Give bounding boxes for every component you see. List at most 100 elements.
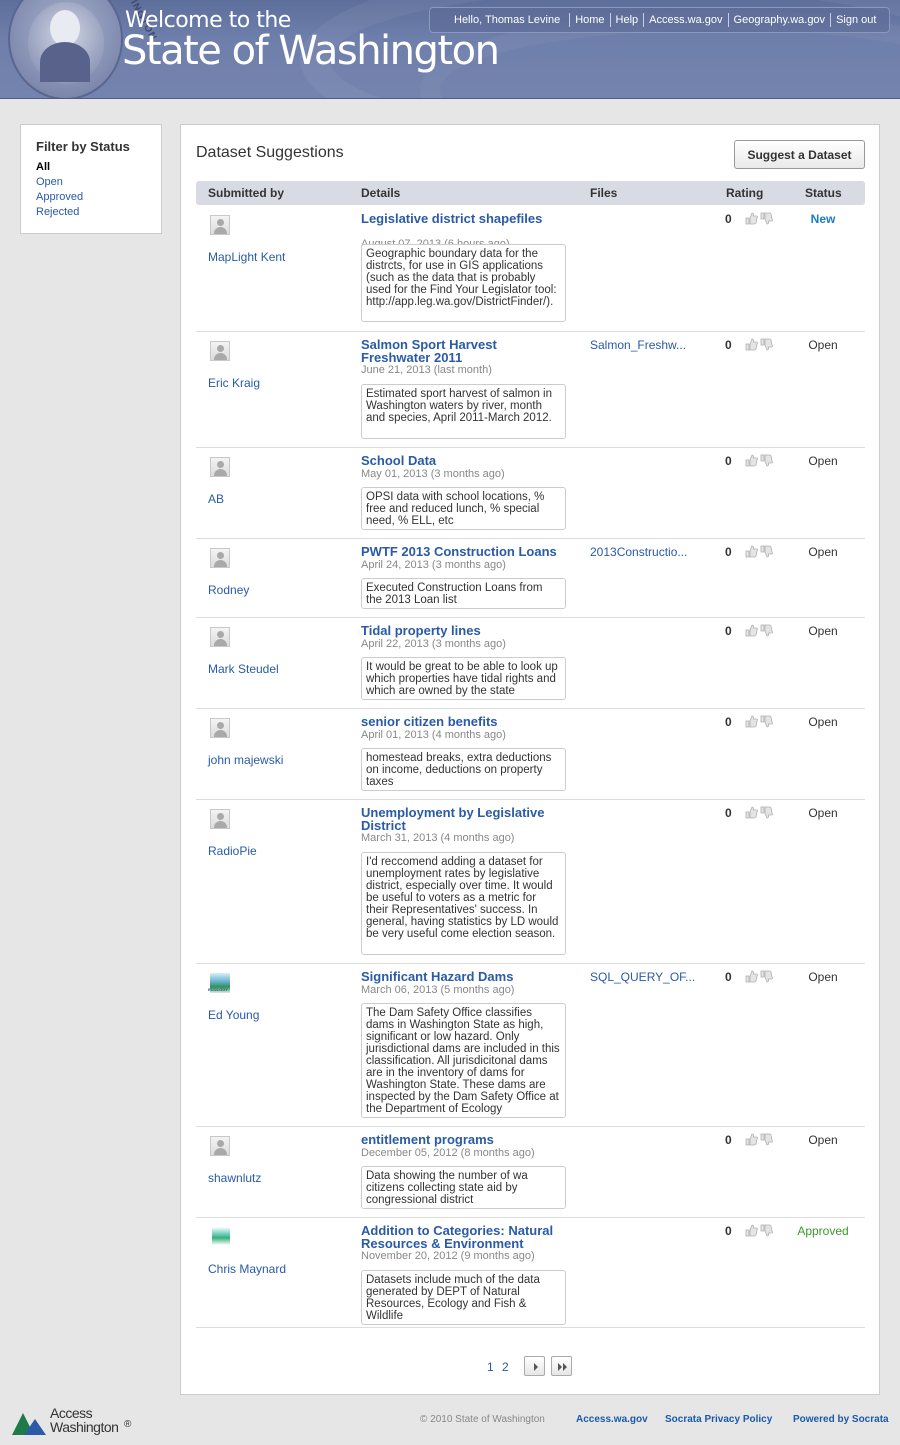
submitter-link[interactable]: MapLight Kent [208, 250, 285, 264]
thumbs-down-icon[interactable] [760, 715, 773, 728]
user-avatar[interactable] [210, 457, 230, 477]
table-row: Chris Maynard Addition to Categories: Nat… [196, 1218, 865, 1328]
submitter-link[interactable]: RadioPie [208, 844, 257, 858]
rating-count: 0 [725, 1133, 732, 1147]
top-navigation: Hello, Thomas Levine Home Help Access.wa… [429, 7, 890, 33]
logo-registered-mark: ® [124, 1419, 132, 1430]
nav-signout-link[interactable]: Sign out [836, 14, 876, 26]
submitter-link[interactable]: Ed Young [208, 1008, 259, 1022]
suggestion-date: April 01, 2013 (4 months ago) [361, 729, 506, 741]
column-header-submitted-by[interactable]: Submitted by [208, 186, 284, 200]
last-page-button[interactable] [551, 1356, 572, 1376]
user-avatar[interactable] [210, 341, 230, 361]
column-header-details[interactable]: Details [361, 186, 400, 200]
table-header: Submitted by Details Files Rating Status [196, 181, 865, 205]
submitter-link[interactable]: Rodney [208, 583, 249, 597]
suggestion-description: Datasets include much of the data genera… [361, 1270, 566, 1325]
state-seal-logo[interactable]: WASHINGTON [8, 0, 159, 98]
submitter-link[interactable]: Chris Maynard [208, 1262, 286, 1276]
page-2-link[interactable]: 2 [502, 1360, 509, 1374]
footer-powered-link[interactable]: Powered by Socrata [793, 1414, 889, 1425]
nav-geography-link[interactable]: Geography.wa.gov [734, 14, 826, 26]
user-avatar[interactable] [210, 718, 230, 738]
status-badge: New [810, 212, 836, 226]
user-avatar[interactable] [210, 1136, 230, 1156]
status-badge: Approved [797, 1224, 849, 1238]
thumbs-up-icon[interactable] [745, 624, 758, 637]
nav-help-link[interactable]: Help [616, 14, 639, 26]
attached-file-link[interactable]: 2013Constructio... [590, 545, 698, 559]
filter-option-open[interactable]: Open [36, 175, 146, 190]
suggestion-title-link[interactable]: Unemployment by Legislative District [361, 806, 561, 832]
attached-file-link[interactable]: SQL_QUERY_OF... [590, 970, 698, 984]
nav-home-link[interactable]: Home [575, 14, 604, 26]
attached-file-link[interactable]: Salmon_Freshw... [590, 338, 698, 352]
thumbs-up-icon[interactable] [745, 338, 758, 351]
suggestions-panel: Dataset Suggestions Suggest a Dataset Su… [180, 124, 880, 1395]
suggestion-title-link[interactable]: School Data [361, 454, 561, 467]
status-badge: Open [808, 806, 838, 820]
column-header-files[interactable]: Files [590, 186, 617, 200]
thumbs-down-icon[interactable] [760, 806, 773, 819]
thumbs-down-icon[interactable] [760, 212, 773, 225]
thumbs-down-icon[interactable] [760, 1133, 773, 1146]
next-page-button[interactable] [524, 1356, 545, 1376]
page-1-link[interactable]: 1 [487, 1360, 494, 1374]
filter-option-rejected[interactable]: Rejected [36, 205, 146, 220]
submitter-link[interactable]: Mark Steudel [208, 662, 279, 676]
user-avatar[interactable] [212, 1227, 230, 1245]
thumbs-up-icon[interactable] [745, 1133, 758, 1146]
column-header-rating[interactable]: Rating [726, 186, 763, 200]
footer-privacy-link[interactable]: Socrata Privacy Policy [665, 1414, 772, 1425]
table-row: shawnlutz entitlement programs December 05… [196, 1127, 865, 1218]
suggestion-description: The Dam Safety Office classifies dams in… [361, 1003, 566, 1118]
user-avatar[interactable] [210, 215, 230, 235]
thumbs-up-icon[interactable] [745, 545, 758, 558]
status-badge: Open [808, 1133, 838, 1147]
suggestion-title-link[interactable]: senior citizen benefits [361, 715, 561, 728]
filter-option-approved[interactable]: Approved [36, 190, 146, 205]
rating-count: 0 [725, 806, 732, 820]
status-badge: Open [808, 545, 838, 559]
thumbs-down-icon[interactable] [760, 970, 773, 983]
submitter-link[interactable]: AB [208, 492, 224, 506]
table-row: Mark Steudel Tidal property lines April 22… [196, 618, 865, 709]
suggestion-title-link[interactable]: entitlement programs [361, 1133, 561, 1146]
rating-count: 0 [725, 545, 732, 559]
suggestion-description: Data showing the number of wa citizens c… [361, 1166, 566, 1209]
submitter-link[interactable]: Eric Kraig [208, 376, 260, 390]
suggestion-title-link[interactable]: Legislative district shapefiles [361, 212, 561, 225]
thumbs-up-icon[interactable] [745, 715, 758, 728]
access-washington-logo[interactable]: Access Washington ® [12, 1405, 142, 1437]
submitter-link[interactable]: john majewski [208, 753, 283, 767]
suggestion-title-link[interactable]: PWTF 2013 Construction Loans [361, 545, 561, 558]
thumbs-up-icon[interactable] [745, 454, 758, 467]
thumbs-down-icon[interactable] [760, 1224, 773, 1237]
suggest-dataset-button[interactable]: Suggest a Dataset [734, 140, 865, 169]
thumbs-up-icon[interactable] [745, 970, 758, 983]
table-row: Ed Young Significant Hazard Dams March 06,… [196, 964, 865, 1127]
user-avatar[interactable] [210, 809, 230, 829]
suggestion-title-link[interactable]: Salmon Sport Harvest Freshwater 2011 [361, 338, 561, 364]
thumbs-down-icon[interactable] [760, 624, 773, 637]
thumbs-down-icon[interactable] [760, 454, 773, 467]
filter-option-all[interactable]: All [36, 160, 146, 175]
thumbs-up-icon[interactable] [745, 212, 758, 225]
thumbs-up-icon[interactable] [745, 806, 758, 819]
suggestion-title-link[interactable]: Addition to Categories: Natural Resource… [361, 1224, 561, 1250]
thumbs-up-icon[interactable] [745, 1224, 758, 1237]
vote-controls [745, 454, 775, 467]
nav-access-link[interactable]: Access.wa.gov [649, 14, 722, 26]
thumbs-down-icon[interactable] [760, 338, 773, 351]
column-header-status[interactable]: Status [805, 186, 842, 200]
submitter-link[interactable]: shawnlutz [208, 1171, 261, 1185]
footer-access-link[interactable]: Access.wa.gov [576, 1414, 648, 1425]
thumbs-down-icon[interactable] [760, 545, 773, 558]
status-filter-panel: Filter by Status All Open Approved Rejec… [20, 124, 162, 234]
user-avatar[interactable] [210, 548, 230, 568]
nav-divider [609, 13, 611, 27]
suggestion-title-link[interactable]: Tidal property lines [361, 624, 561, 637]
status-badge: Open [808, 338, 838, 352]
suggestion-title-link[interactable]: Significant Hazard Dams [361, 970, 561, 983]
user-avatar[interactable] [210, 627, 230, 647]
